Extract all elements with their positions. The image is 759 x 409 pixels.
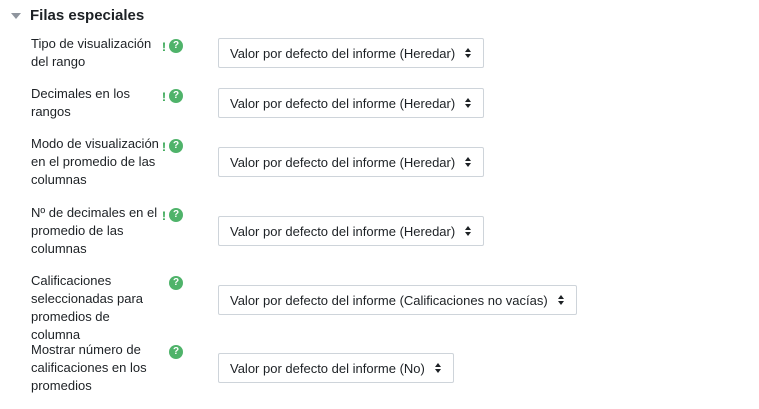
select-value: Valor por defecto del informe (Heredar) bbox=[230, 95, 456, 111]
field-label: Modo de visualización en el promedio de … bbox=[31, 136, 159, 187]
field-label: Tipo de visualización del rango bbox=[31, 36, 152, 69]
collapse-caret-icon[interactable] bbox=[11, 13, 21, 19]
range-decimals-select[interactable]: Valor por defecto del informe (Heredar) bbox=[218, 88, 485, 118]
select-value: Valor por defecto del informe (Calificac… bbox=[230, 292, 548, 308]
required-icon: ! bbox=[162, 40, 166, 54]
required-icon: ! bbox=[162, 90, 166, 104]
section-header[interactable]: Filas especiales bbox=[11, 7, 144, 24]
field-label: Calificaciones seleccionadas para promed… bbox=[31, 273, 144, 342]
select-arrows-icon bbox=[465, 98, 472, 108]
field-label: Nº de decimales en el promedio de las co… bbox=[31, 205, 158, 256]
help-icon[interactable]: ? bbox=[169, 39, 183, 53]
help-icon[interactable]: ? bbox=[169, 345, 183, 359]
select-value: Valor por defecto del informe (Heredar) bbox=[230, 154, 456, 170]
show-grade-count-select[interactable]: Valor por defecto del informe (No) bbox=[218, 353, 454, 383]
select-arrows-icon bbox=[434, 363, 441, 373]
select-arrows-icon bbox=[465, 48, 472, 58]
help-icon[interactable]: ? bbox=[169, 276, 183, 290]
help-icon[interactable]: ? bbox=[169, 139, 183, 153]
range-display-type-select[interactable]: Valor por defecto del informe (Heredar) bbox=[218, 38, 485, 68]
section-title: Filas especiales bbox=[30, 7, 145, 24]
field-label: Decimales en los rangos bbox=[31, 86, 130, 119]
select-value: Valor por defecto del informe (No) bbox=[230, 360, 425, 376]
required-icon: ! bbox=[162, 140, 166, 154]
help-icon[interactable]: ? bbox=[169, 89, 183, 103]
select-arrows-icon bbox=[557, 295, 564, 305]
required-icon: ! bbox=[162, 209, 166, 223]
help-icon[interactable]: ? bbox=[169, 208, 183, 222]
select-value: Valor por defecto del informe (Heredar) bbox=[230, 45, 456, 61]
select-value: Valor por defecto del informe (Heredar) bbox=[230, 223, 456, 239]
select-arrows-icon bbox=[465, 157, 472, 167]
select-arrows-icon bbox=[465, 226, 472, 236]
field-label: Mostrar número de calificaciones en los … bbox=[31, 342, 147, 393]
average-display-mode-select[interactable]: Valor por defecto del informe (Heredar) bbox=[218, 147, 485, 177]
average-decimals-select[interactable]: Valor por defecto del informe (Heredar) bbox=[218, 216, 485, 246]
selected-grades-average-select[interactable]: Valor por defecto del informe (Calificac… bbox=[218, 285, 577, 315]
